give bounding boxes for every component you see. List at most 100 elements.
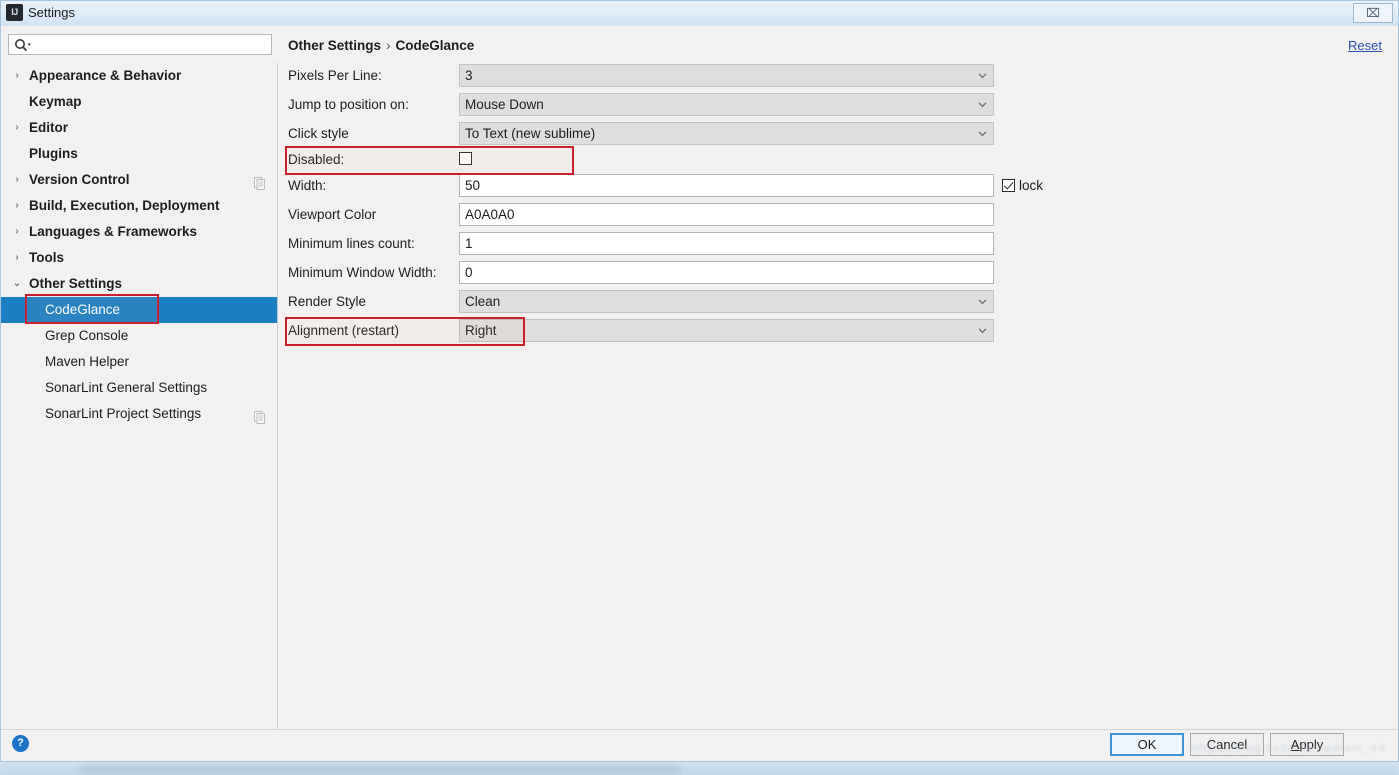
chevron-down-icon[interactable]	[978, 71, 987, 80]
sidebar-item-build-execution-deployment[interactable]: › Build, Execution, Deployment	[1, 193, 277, 219]
lock-checkbox[interactable]: lock	[1002, 178, 1043, 193]
sidebar-item-codeglance[interactable]: CodeGlance	[1, 297, 277, 323]
sidebar-item-version-control[interactable]: › Version Control	[1, 167, 277, 193]
settings-dialog: IJ Settings ⌧ › Appearance & Behavior Keym…	[0, 0, 1399, 762]
field-value: 1	[465, 236, 473, 251]
project-scope-icon	[254, 173, 265, 190]
chevron-down-icon[interactable]	[978, 297, 987, 306]
form-label-viewport-color: Viewport Color	[288, 207, 377, 222]
sidebar-item-grep-console[interactable]: Grep Console	[1, 323, 277, 349]
chevron-right-icon[interactable]: ›	[11, 115, 23, 141]
form-row-minimum-lines-count: Minimum lines count: 1	[287, 232, 1000, 255]
sidebar-item-keymap[interactable]: Keymap	[1, 89, 277, 115]
field-value: Mouse Down	[465, 97, 544, 112]
form-row-viewport-color: Viewport Color A0A0A0	[287, 203, 1000, 226]
sidebar-item-languages-frameworks[interactable]: › Languages & Frameworks	[1, 219, 277, 245]
dialog-title: Settings	[28, 5, 75, 20]
form-label-jump-to-position-on: Jump to position on:	[288, 97, 409, 112]
form-row-click-style: Click style To Text (new sublime)	[287, 122, 1000, 145]
help-icon[interactable]: ?	[12, 735, 29, 752]
form-row-jump-to-position-on: Jump to position on: Mouse Down	[287, 93, 1000, 116]
form-label-disabled: Disabled:	[288, 152, 345, 167]
field-value: Clean	[465, 294, 501, 309]
field-value: 3	[465, 68, 473, 83]
combobox-jump-to-position-on[interactable]: Mouse Down	[459, 93, 994, 116]
input-viewport-color[interactable]: A0A0A0	[459, 203, 994, 226]
sidebar-item-tools[interactable]: › Tools	[1, 245, 277, 271]
combobox-pixels-per-line[interactable]: 3	[459, 64, 994, 87]
chevron-down-icon[interactable]	[978, 100, 987, 109]
sidebar-item-label: SonarLint Project Settings	[45, 406, 202, 421]
close-icon[interactable]: ⌧	[1353, 3, 1393, 23]
sidebar-item-label: Keymap	[29, 94, 82, 109]
sidebar-item-sonarlint-general-settings[interactable]: SonarLint General Settings	[1, 375, 277, 401]
combobox-click-style[interactable]: To Text (new sublime)	[459, 122, 994, 145]
form-label-render-style: Render Style	[288, 294, 367, 309]
lock-checkbox-label: lock	[1019, 178, 1044, 193]
sidebar-item-label: Grep Console	[45, 328, 129, 343]
field-value: Right	[465, 323, 497, 338]
sidebar-item-label: Editor	[29, 120, 68, 135]
chevron-right-icon[interactable]: ›	[11, 167, 23, 193]
sidebar-item-maven-helper[interactable]: Maven Helper	[1, 349, 277, 375]
search-icon	[14, 38, 32, 57]
input-minimum-window-width[interactable]: 0	[459, 261, 994, 284]
sidebar-item-label: SonarLint General Settings	[45, 380, 208, 395]
form-row-alignment-restart: Alignment (restart) Right	[287, 319, 1000, 342]
form-label-minimum-window-width: Minimum Window Width:	[288, 265, 437, 280]
chevron-down-icon[interactable]: ⌄	[11, 271, 23, 297]
sidebar-item-label: Maven Helper	[45, 354, 130, 369]
chevron-right-icon[interactable]: ›	[11, 193, 23, 219]
sidebar-item-label: Tools	[29, 250, 64, 265]
dialog-footer: ? OK Cancel Apply https://blog.csdn.net/we…	[1, 729, 1398, 761]
sidebar-item-sonarlint-project-settings[interactable]: SonarLint Project Settings	[1, 401, 277, 427]
ok-button[interactable]: OK	[1110, 733, 1184, 756]
chevron-right-icon[interactable]: ›	[11, 63, 23, 89]
watermark: https://blog.csdn.net/weixin_44	[1190, 741, 1386, 755]
chevron-right-icon[interactable]: ›	[11, 219, 23, 245]
sidebar-item-other-settings[interactable]: ⌄ Other Settings	[1, 271, 277, 297]
field-value: To Text (new sublime)	[465, 126, 596, 141]
sidebar-item-label: Languages & Frameworks	[29, 224, 198, 239]
form-label-minimum-lines-count: Minimum lines count:	[288, 236, 415, 251]
project-scope-icon	[254, 407, 265, 424]
intellij-idea-icon: IJ	[6, 4, 23, 21]
form-label-click-style: Click style	[288, 126, 349, 141]
dialog-title-bar: IJ Settings ⌧	[1, 1, 1398, 26]
form-label-pixels-per-line: Pixels Per Line:	[288, 68, 382, 83]
checkbox-disabled[interactable]	[459, 152, 472, 165]
sidebar-item-label: Version Control	[29, 172, 130, 187]
sidebar-item-label: Other Settings	[29, 276, 123, 291]
chevron-down-icon[interactable]	[978, 326, 987, 335]
settings-search[interactable]	[8, 34, 272, 55]
input-minimum-lines-count[interactable]: 1	[459, 232, 994, 255]
input-width[interactable]: 50	[459, 174, 994, 197]
background-bottom-strip	[80, 765, 680, 775]
chevron-down-icon[interactable]	[978, 129, 987, 138]
form-row-disabled: Disabled:	[287, 148, 1000, 171]
sidebar-item-appearance-behavior[interactable]: › Appearance & Behavior	[1, 63, 277, 89]
sidebar-item-editor[interactable]: › Editor	[1, 115, 277, 141]
lock-checkbox-box[interactable]	[1002, 179, 1015, 192]
breadcrumb-root: Other Settings	[288, 38, 382, 53]
settings-tree[interactable]: › Appearance & Behavior Keymap › Editor Plugi…	[1, 63, 278, 731]
sidebar-item-label: Plugins	[29, 146, 78, 161]
sidebar-item-label: CodeGlance	[45, 302, 121, 317]
breadcrumb: Other Settings › CodeGlance	[288, 38, 474, 53]
form-label-width: Width:	[288, 178, 327, 193]
search-input[interactable]	[37, 36, 269, 53]
sidebar-item-plugins[interactable]: Plugins	[1, 141, 277, 167]
chevron-right-icon[interactable]: ›	[11, 245, 23, 271]
field-value: 0	[465, 265, 473, 280]
combobox-render-style[interactable]: Clean	[459, 290, 994, 313]
form-row-minimum-window-width: Minimum Window Width: 0	[287, 261, 1000, 284]
settings-content-pane: Other Settings › CodeGlance Reset Pixels P…	[279, 27, 1397, 731]
form-row-width: Width: 50	[287, 174, 1000, 197]
form-row-pixels-per-line: Pixels Per Line: 3	[287, 64, 1000, 87]
combobox-alignment-restart[interactable]: Right	[459, 319, 994, 342]
sidebar-item-label: Appearance & Behavior	[29, 68, 182, 83]
reset-link[interactable]: Reset	[1348, 38, 1382, 53]
form-label-alignment-restart: Alignment (restart)	[288, 323, 400, 338]
field-value: 50	[465, 178, 481, 193]
sidebar-item-label: Build, Execution, Deployment	[29, 198, 220, 213]
